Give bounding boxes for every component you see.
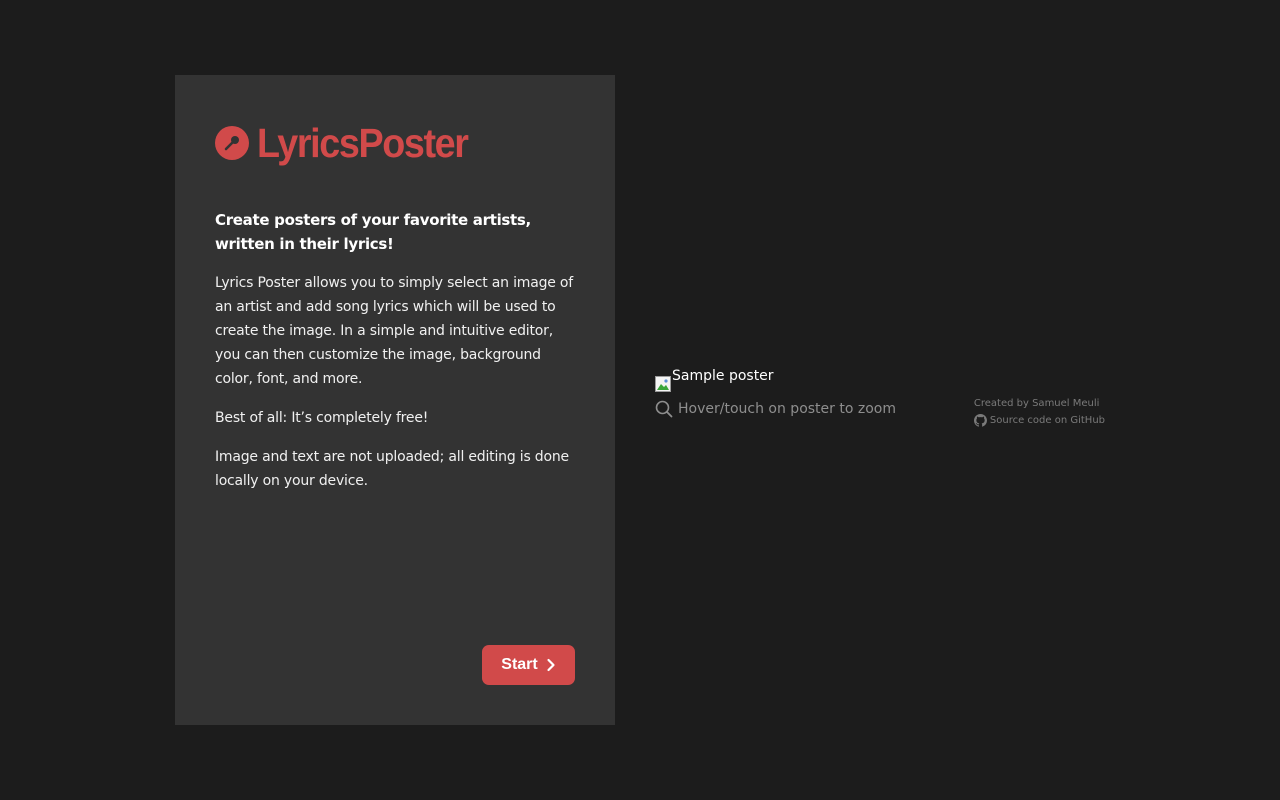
github-icon	[973, 414, 987, 427]
sample-poster-image[interactable]: Sample poster	[655, 368, 1115, 392]
tagline: Create posters of your favorite artists,…	[215, 211, 531, 253]
zoom-hint: Hover/touch on poster to zoom	[655, 399, 896, 419]
microphone-icon	[215, 126, 249, 160]
free-note: Best of all: It’s completely free!	[215, 410, 429, 426]
credits: Created by Samuel Meuli Source code on G…	[973, 395, 1105, 429]
privacy-note: Image and text are not uploaded; all edi…	[215, 449, 569, 489]
app-name: LyricsPoster	[257, 119, 469, 166]
broken-image-icon	[655, 376, 671, 392]
zoom-hint-text: Hover/touch on poster to zoom	[678, 401, 896, 417]
search-icon	[655, 400, 673, 418]
poster-alt-text: Sample poster	[672, 368, 774, 384]
created-by-text: Created by Samuel Meuli	[973, 398, 1100, 409]
github-source-link[interactable]: Source code on GitHub	[973, 412, 1105, 429]
description-paragraph: Lyrics Poster allows you to simply selec…	[215, 275, 574, 387]
app-logo: LyricsPoster	[215, 116, 575, 170]
start-button-label: Start	[501, 656, 538, 673]
intro-card: LyricsPoster Create posters of your favo…	[175, 75, 615, 725]
start-button[interactable]: Start	[482, 645, 575, 685]
chevron-right-icon	[546, 658, 556, 672]
poster-preview: Sample poster Hover/touch on poster to z…	[655, 368, 1115, 429]
github-link-label: Source code on GitHub	[989, 415, 1105, 426]
